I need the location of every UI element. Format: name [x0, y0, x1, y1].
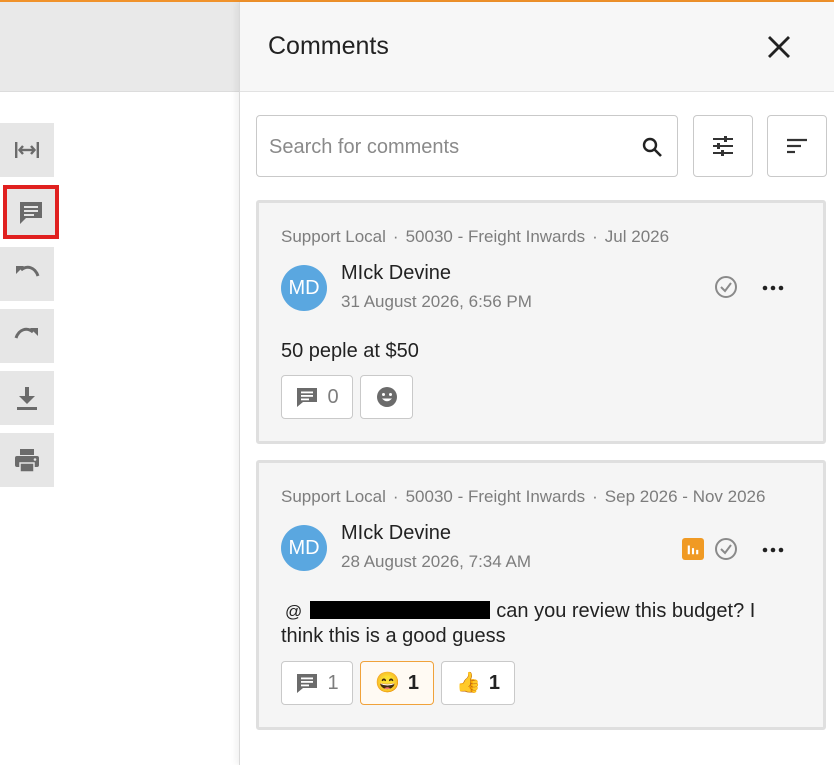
redo-icon — [14, 327, 38, 339]
redo-button[interactable] — [0, 309, 54, 363]
meta-location: Support Local — [281, 227, 386, 246]
search-input[interactable] — [269, 132, 629, 162]
avatar: MD — [281, 265, 327, 311]
print-button[interactable] — [0, 433, 54, 487]
meta-location: Support Local — [281, 487, 386, 506]
bar-chart-icon — [687, 545, 699, 555]
meta-account: 50030 - Freight Inwards — [405, 227, 586, 246]
meta-period: Jul 2026 — [604, 227, 670, 246]
smiley-icon — [376, 387, 397, 407]
fit-width-button[interactable] — [0, 123, 54, 177]
comment-card: Support Local · 50030 - Freight Inwards · Ju… — [256, 200, 826, 444]
reaction-count: 1 — [488, 671, 501, 694]
comment-meta: Support Local · 50030 - Freight Inwards · Se… — [281, 487, 766, 506]
reply-count: 1 — [327, 671, 339, 694]
avatar: MD — [281, 525, 327, 571]
reply-count: 0 — [327, 385, 339, 408]
search-box — [256, 115, 678, 177]
comment-meta: Support Local · 50030 - Freight Inwards · Ju… — [281, 227, 670, 246]
reaction-thumbs-up-button[interactable]: 👍 1 — [441, 661, 515, 705]
meta-account: 50030 - Freight Inwards — [405, 487, 586, 506]
undo-button[interactable] — [0, 247, 54, 301]
add-reaction-button[interactable] — [360, 375, 413, 419]
comment-card: Support Local · 50030 - Freight Inwards · Se… — [256, 460, 826, 730]
laugh-emoji-icon: 😄 — [374, 672, 400, 694]
comment-text: 50 peple at $50 — [281, 340, 419, 362]
download-icon — [17, 387, 37, 410]
comment-icon — [297, 388, 318, 407]
sort-icon — [787, 138, 807, 154]
undo-icon — [16, 265, 40, 277]
thumbs-up-emoji-icon: 👍 — [455, 672, 481, 694]
fit-width-icon — [15, 142, 39, 158]
print-icon — [15, 449, 39, 473]
comments-toolbar-button[interactable] — [3, 185, 59, 239]
reaction-count: 1 — [407, 671, 420, 694]
comment-icon — [20, 202, 42, 224]
reaction-laugh-button[interactable]: 😄 1 — [360, 661, 434, 705]
panel-title: Comments — [268, 32, 389, 60]
redacted-mention — [310, 601, 491, 619]
sort-button[interactable] — [767, 115, 827, 177]
reply-button[interactable]: 1 — [281, 661, 353, 705]
download-button[interactable] — [0, 371, 54, 425]
comment-text: @ can you review this budget? I think thi… — [281, 599, 791, 649]
close-icon[interactable] — [764, 32, 794, 62]
comments-panel: Comments Support Local· — [239, 2, 834, 765]
comment-author: MIck Devine — [341, 522, 452, 544]
more-options-icon[interactable] — [761, 538, 785, 562]
more-options-icon[interactable] — [761, 276, 785, 300]
comment-date: 28 August 2026, 7:34 AM — [341, 552, 531, 571]
left-toolbar-area — [0, 2, 239, 765]
filter-sliders-icon — [713, 136, 733, 156]
filter-button[interactable] — [693, 115, 753, 177]
comment-date: 31 August 2026, 6:56 PM — [341, 292, 532, 311]
resolve-check-icon[interactable] — [713, 274, 739, 300]
search-icon[interactable] — [641, 136, 663, 158]
comment-icon — [297, 674, 318, 693]
resolve-check-icon[interactable] — [713, 536, 739, 562]
mention-prefix: @ — [285, 602, 303, 621]
budget-chart-icon[interactable] — [682, 538, 704, 560]
reply-button[interactable]: 0 — [281, 375, 353, 419]
comment-author: MIck Devine — [341, 262, 452, 284]
left-header-bar — [0, 2, 239, 92]
meta-period: Sep 2026 - Nov 2026 — [604, 487, 766, 506]
panel-header: Comments — [240, 2, 834, 92]
